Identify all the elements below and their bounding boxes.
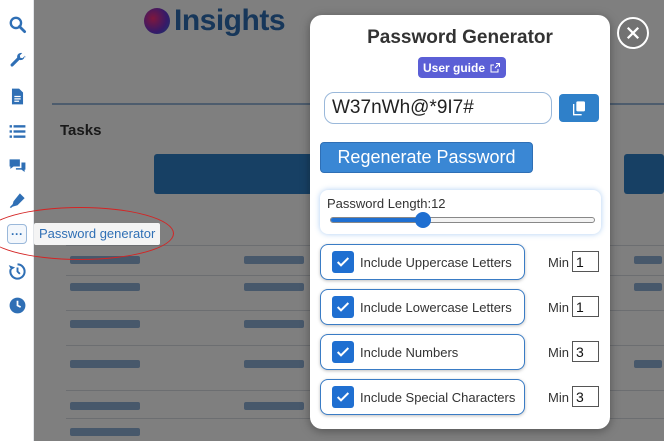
close-icon [626, 26, 640, 40]
min-label: Min [548, 390, 569, 405]
min-special-characters-input[interactable] [572, 386, 599, 407]
checkbox-special-characters[interactable] [332, 386, 354, 408]
option-label: Include Numbers [360, 344, 459, 360]
check-icon [336, 347, 350, 357]
option-uppercase[interactable]: Include Uppercase Letters [320, 244, 525, 280]
min-uppercase-input[interactable] [572, 251, 599, 272]
search-icon[interactable] [5, 12, 29, 36]
external-link-icon [490, 62, 501, 72]
min-lowercase-input[interactable] [572, 296, 599, 317]
password-length-slider[interactable] [330, 212, 595, 228]
min-label: Min [548, 255, 569, 270]
check-icon [336, 302, 350, 312]
option-numbers[interactable]: Include Numbers [320, 334, 525, 370]
checkbox-lowercase[interactable] [332, 296, 354, 318]
document-icon[interactable] [5, 84, 29, 108]
modal-title: Password Generator [367, 27, 553, 48]
option-special-characters[interactable]: Include Special Characters [320, 379, 525, 415]
copy-icon [573, 101, 585, 116]
checkbox-numbers[interactable] [332, 341, 354, 363]
min-numbers-input[interactable] [572, 341, 599, 362]
chat-icon[interactable] [5, 154, 29, 178]
checkbox-uppercase[interactable] [332, 251, 354, 273]
copy-button[interactable] [559, 94, 599, 122]
option-label: Include Special Characters [360, 389, 516, 405]
option-label: Include Lowercase Letters [360, 299, 512, 315]
clock-icon[interactable] [5, 293, 29, 317]
user-guide-button[interactable]: User guide [418, 57, 507, 78]
history-icon[interactable] [5, 259, 29, 283]
close-modal-button[interactable] [617, 17, 649, 49]
regenerate-password-button[interactable]: Regenerate Password [320, 142, 533, 173]
option-lowercase[interactable]: Include Lowercase Letters [320, 289, 525, 325]
password-output-field[interactable] [324, 92, 552, 124]
password-length-label: Password Length:12 [327, 196, 446, 211]
slider-thumb[interactable] [415, 212, 432, 228]
list-icon[interactable] [5, 119, 29, 143]
password-length-panel: Password Length:12 [320, 190, 601, 234]
pen-icon[interactable] [5, 188, 29, 212]
user-guide-label: User guide [423, 60, 486, 75]
wrench-icon[interactable] [5, 48, 29, 72]
min-label: Min [548, 300, 569, 315]
slider-fill [331, 218, 424, 222]
check-icon [336, 257, 350, 267]
min-label: Min [548, 345, 569, 360]
check-icon [336, 392, 350, 402]
password-generator-modal: Password Generator User guide Regenerate… [310, 15, 610, 429]
option-label: Include Uppercase Letters [360, 254, 512, 270]
